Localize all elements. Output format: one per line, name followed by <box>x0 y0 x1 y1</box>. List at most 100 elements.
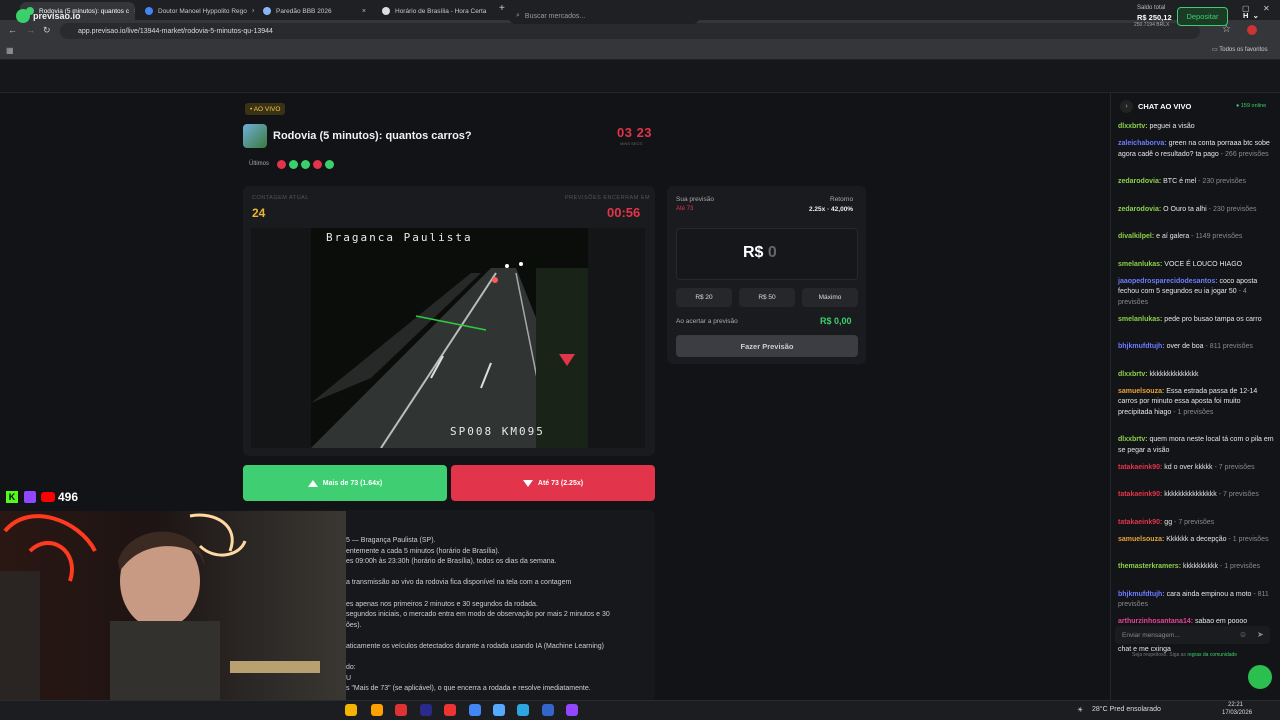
webcam-scene <box>0 513 320 700</box>
recent-result-up-icon <box>301 160 310 169</box>
chat-username[interactable]: themasterkramers: <box>1118 563 1181 570</box>
search-icon: ⌕ <box>516 12 520 19</box>
chat-text: O Ouro ta alhi <box>1161 205 1207 213</box>
taskbar-app-icon[interactable] <box>420 704 432 716</box>
taskbar-app-icon[interactable] <box>395 704 407 716</box>
description-line: es apenas nos primeiros 2 minutos e 30 s… <box>346 600 538 608</box>
taskbar-app-icon[interactable] <box>493 704 505 716</box>
user-menu[interactable]: H ⌄ <box>1243 11 1259 20</box>
quick-max-button[interactable]: Máximo <box>802 288 858 307</box>
chat-message: samuelsouza: Essa estrada passa de 12-14… <box>1118 387 1274 419</box>
arrow-up-icon <box>307 479 318 487</box>
tab-close-icon[interactable]: × <box>252 8 254 15</box>
closing-timer: 00:56 <box>607 205 641 220</box>
new-tab-button[interactable]: + <box>499 3 505 14</box>
description-line: U <box>346 674 352 682</box>
weather-icon: ☀ <box>1077 707 1084 714</box>
chat-username[interactable]: divalkilpel: <box>1118 233 1154 240</box>
weather-text[interactable]: 28°C Pred ensolarado <box>1092 706 1161 713</box>
taskbar-app-icon[interactable] <box>542 704 554 716</box>
chat-message: smelanlukas: VOCE É LOUCO HIAGO <box>1118 260 1274 271</box>
chat-message: samuelsouza: Kkkkkk a decepção - 1 previ… <box>1118 535 1274 546</box>
logo-text[interactable]: previsao.io <box>33 11 81 21</box>
browser-tab[interactable]: Doutor Manoel Hyppolito Rego × <box>139 2 254 20</box>
chat-username[interactable]: dlxxbrtv: <box>1118 123 1148 130</box>
round-timer: 03 23 <box>617 125 653 140</box>
taskbar-app-icon[interactable] <box>444 704 456 716</box>
arrow-down-icon <box>522 479 533 487</box>
taskbar-app-icon[interactable] <box>566 704 578 716</box>
collapse-chat-icon[interactable]: › <box>1120 100 1133 113</box>
chat-username[interactable]: zedarodovia: <box>1118 178 1161 185</box>
deposit-button[interactable]: Depositar <box>1177 7 1228 26</box>
all-bookmarks[interactable]: ▭ Todos os favoritos <box>1212 46 1268 53</box>
submit-prediction-button[interactable]: Fazer Previsão <box>676 335 858 357</box>
close-window-icon[interactable]: ✕ <box>1263 4 1270 13</box>
tab-close-icon[interactable]: × <box>134 8 135 15</box>
bet-less-button[interactable]: Até 73 (2.25x) <box>451 465 655 501</box>
chat-username[interactable]: smelanlukas: <box>1118 316 1162 323</box>
road-scene <box>311 262 588 448</box>
description-line: entemente a cada 5 minutos (horário de B… <box>346 547 500 555</box>
description-line: segundos iniciais, o mercado entra em mo… <box>346 611 610 619</box>
send-icon[interactable]: ➤ <box>1257 630 1264 639</box>
chat-username[interactable]: zedarodovia: <box>1118 206 1161 213</box>
chat-message: themasterkramers: kkkkkkkkkk - 1 previsõ… <box>1118 562 1274 573</box>
taskbar-app-icon[interactable] <box>469 704 481 716</box>
clock-time[interactable]: 22:21 <box>1228 702 1243 708</box>
streamer-webcam <box>0 511 346 700</box>
chat-prediction-count: - 1 previsões <box>1171 408 1214 416</box>
url-field[interactable]: app.previsao.io/live/13944-market/rodovi… <box>60 23 1200 39</box>
chat-username[interactable]: samuelsouza: <box>1118 388 1164 395</box>
chat-username[interactable]: dlxxbrtv: <box>1118 436 1148 443</box>
chat-username[interactable]: arthurzinhosantana14: <box>1118 618 1193 625</box>
bet-more-button[interactable]: Mais de 73 (1.64x) <box>243 465 447 501</box>
description-line: do: <box>346 664 356 672</box>
browser-tab[interactable]: Paredão BBB 2026 × <box>257 2 372 20</box>
chat-message-input[interactable]: Enviar mensagem... ☺ ➤ <box>1115 626 1270 644</box>
recent-result-up-icon <box>289 160 298 169</box>
chat-text: e aí galera <box>1154 233 1190 240</box>
taskbar-app-icon[interactable] <box>345 704 357 716</box>
chat-username[interactable]: samuelsouza: <box>1118 536 1164 543</box>
chat-title: CHAT AO VIVO <box>1138 102 1192 111</box>
extension-icon[interactable] <box>1247 25 1257 35</box>
whatsapp-icon[interactable] <box>1248 665 1272 689</box>
chat-username[interactable]: smelanlukas: <box>1118 261 1162 268</box>
live-video[interactable] <box>311 228 588 448</box>
chat-username[interactable]: zaleichaborva: <box>1118 140 1167 147</box>
chat-username[interactable]: tatakaeink90: <box>1118 519 1162 526</box>
chat-username[interactable]: jaaopedrosparecidodesantos: <box>1118 278 1218 285</box>
tab-close-icon[interactable]: × <box>362 8 366 15</box>
community-rules-link[interactable]: regras da comunidade <box>1187 652 1237 658</box>
chat-username[interactable]: tatakaeink90: <box>1118 464 1162 471</box>
taskbar-app-icon[interactable] <box>517 704 529 716</box>
browser-tab[interactable]: Horário de Brasília - Hora Certa× <box>376 2 491 20</box>
chat-username[interactable]: bhjkmufdtujh: <box>1118 591 1165 598</box>
quick-20-button[interactable]: R$ 20 <box>676 288 732 307</box>
tab-title: Horário de Brasília - Hora Certa <box>395 7 487 15</box>
win-label: Ao acertar a previsão <box>676 318 738 325</box>
chat-username[interactable]: tatakaeink90: <box>1118 491 1162 498</box>
chat-rules-note: Seja respeitoso. Siga as regras da comun… <box>1132 652 1238 658</box>
chat-prediction-count: - 1149 previsões <box>1189 233 1243 240</box>
logo-icon[interactable] <box>16 9 30 23</box>
viewer-count: 496 <box>58 490 79 504</box>
taskbar-app-icon[interactable] <box>371 704 383 716</box>
chat-text: VOCE É LOUCO HIAGO <box>1162 260 1243 268</box>
emoji-icon[interactable]: ☺ <box>1239 630 1247 639</box>
youtube-icon <box>41 492 55 502</box>
back-icon[interactable]: ← <box>8 25 17 35</box>
tab-title: Doutor Manoel Hyppolito Rego <box>158 7 247 15</box>
reload-icon[interactable]: ↻ <box>43 25 51 36</box>
chat-text: kkkkkkkkkkkkkk <box>1147 370 1199 378</box>
your-prediction-label: Sua previsão <box>676 196 714 203</box>
apps-icon[interactable]: ▦ <box>6 46 14 55</box>
chat-message: bhjkmufdtujh: over de boa - 811 previsõe… <box>1118 342 1274 353</box>
quick-50-button[interactable]: R$ 50 <box>739 288 795 307</box>
chat-username[interactable]: dlxxbrtv: <box>1118 371 1148 378</box>
clock-date[interactable]: 17/03/2026 <box>1222 710 1252 716</box>
search-input[interactable]: ⌕ Buscar mercados... <box>508 8 700 24</box>
forward-icon[interactable]: → <box>26 25 35 35</box>
chat-username[interactable]: bhjkmufdtujh: <box>1118 343 1165 350</box>
